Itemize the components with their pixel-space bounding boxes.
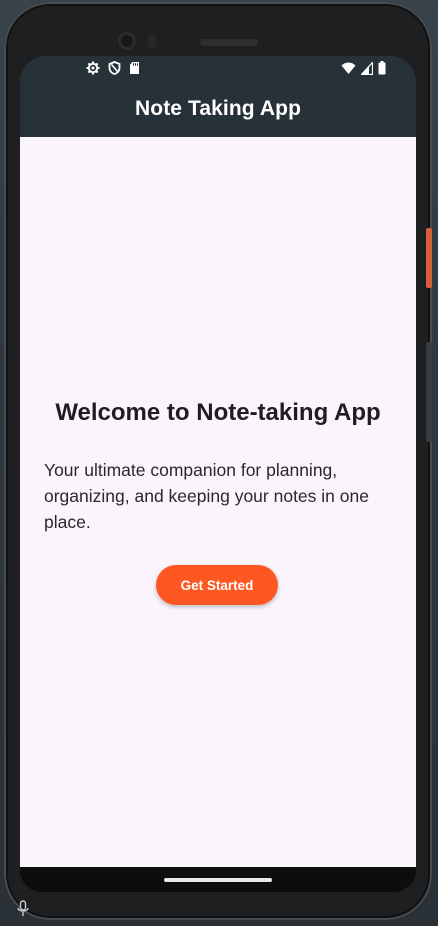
welcome-screen: Welcome to Note-taking App Your ultimate… [20, 137, 416, 867]
app-title: Note Taking App [135, 96, 301, 120]
welcome-title: Welcome to Note-taking App [55, 399, 381, 426]
sd-card-icon [129, 61, 140, 80]
shield-icon [108, 61, 121, 80]
volume-button[interactable] [426, 228, 432, 288]
front-camera [118, 32, 136, 50]
get-started-button[interactable]: Get Started [156, 565, 278, 605]
proximity-sensor [148, 34, 156, 48]
signal-icon [360, 60, 374, 80]
welcome-tagline: Your ultimate companion for planning, or… [44, 460, 369, 532]
status-icons-right [341, 60, 386, 80]
earpiece-speaker [200, 39, 258, 46]
phone-screen: Note Taking App Welcome to Note-taking A… [20, 56, 416, 892]
app-bar: Note Taking App [20, 82, 416, 137]
power-button[interactable] [426, 342, 432, 442]
wifi-icon [341, 62, 356, 80]
home-indicator[interactable] [164, 878, 272, 882]
status-icons-left [86, 61, 140, 80]
gesture-nav-bar [20, 867, 416, 892]
status-bar [20, 56, 416, 82]
battery-icon [378, 61, 386, 80]
microphone-icon [16, 900, 30, 918]
gear-icon [86, 61, 100, 80]
